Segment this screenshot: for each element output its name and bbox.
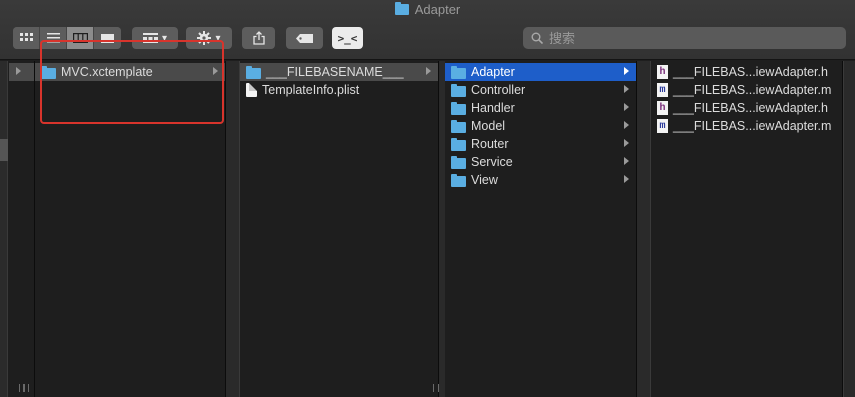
window-title-text: Adapter — [414, 1, 461, 17]
column-0[interactable] — [9, 61, 35, 397]
disclosure-arrow-icon — [624, 67, 629, 75]
folder-item[interactable]: Handler — [445, 99, 636, 117]
item-label: Adapter — [471, 65, 515, 79]
folder-icon — [246, 66, 261, 79]
folder-icon — [451, 84, 466, 97]
disclosure-arrow-icon — [426, 67, 431, 75]
icon-view-icon — [19, 32, 33, 41]
share-button[interactable] — [242, 27, 275, 49]
column-gap — [226, 61, 240, 397]
item-label: TemplateInfo.plist — [262, 83, 360, 97]
folder-item[interactable]: Controller — [445, 81, 636, 99]
search-icon — [531, 32, 543, 44]
folder-icon — [394, 1, 409, 15]
column-4[interactable]: h ___FILEBAS...iewAdapter.h m ___FILEBAS...… — [639, 61, 843, 397]
sidebar-edge — [0, 61, 8, 397]
folder-item[interactable]: ___FILEBASENAME___ — [240, 63, 438, 81]
disclosure-arrow-icon — [624, 175, 629, 183]
item-label: Handler — [471, 101, 515, 115]
folder-icon — [451, 138, 466, 151]
item-label: ___FILEBAS...iewAdapter.m — [673, 119, 832, 133]
window-title: Adapter — [0, 0, 855, 18]
tag-icon — [296, 33, 313, 43]
header-file-icon: h — [657, 101, 668, 115]
folder-icon — [451, 156, 466, 169]
terminal-button[interactable]: >_< — [332, 27, 363, 49]
item-label: Router — [471, 137, 509, 151]
file-item[interactable]: h ___FILEBAS...iewAdapter.h — [651, 63, 842, 81]
sidebar-scroll-thumb[interactable] — [0, 139, 8, 161]
item-label: Service — [471, 155, 513, 169]
tag-button[interactable] — [286, 27, 323, 49]
item-label: View — [471, 173, 498, 187]
search-input[interactable] — [549, 30, 829, 46]
file-item[interactable]: m ___FILEBAS...iewAdapter.m — [651, 117, 842, 135]
folder-item[interactable]: Router — [445, 135, 636, 153]
folder-icon — [451, 120, 466, 133]
search-field[interactable] — [523, 27, 846, 49]
column-resizer[interactable] — [23, 384, 29, 392]
disclosure-arrow-icon — [624, 103, 629, 111]
file-item[interactable]: TemplateInfo.plist — [240, 81, 438, 99]
header-file-icon: h — [657, 65, 668, 79]
column-gap — [439, 61, 445, 397]
folder-item[interactable]: Model — [445, 117, 636, 135]
item-label: Controller — [471, 83, 526, 97]
folder-icon — [451, 66, 466, 79]
folder-icon — [451, 102, 466, 115]
folder-item[interactable]: View — [445, 171, 636, 189]
item-label: ___FILEBAS...iewAdapter.h — [673, 65, 828, 79]
objc-source-file-icon: m — [657, 83, 668, 97]
folder-item[interactable]: Service — [445, 153, 636, 171]
terminal-icon: >_< — [337, 31, 358, 45]
item-label: ___FILEBAS...iewAdapter.m — [673, 83, 832, 97]
icon-view-button[interactable] — [13, 27, 40, 49]
column-2[interactable]: ___FILEBASENAME___ TemplateInfo.plist — [228, 61, 439, 397]
column-gap — [637, 61, 651, 397]
disclosure-arrow-icon — [624, 139, 629, 147]
disclosure-arrow-icon — [624, 85, 629, 93]
item-label: Model — [471, 119, 506, 133]
folder-item[interactable]: Adapter — [445, 63, 636, 81]
objc-source-file-icon: m — [657, 119, 668, 133]
disclosure-arrow-icon — [624, 121, 629, 129]
share-icon — [252, 31, 265, 45]
column-3[interactable]: Adapter Controller Handler Model Router Servi… — [433, 61, 637, 397]
item-label: ___FILEBASENAME___ — [266, 65, 404, 79]
disclosure-arrow-icon — [16, 67, 21, 75]
folder-icon — [451, 174, 466, 187]
file-item[interactable]: h ___FILEBAS...iewAdapter.h — [651, 99, 842, 117]
column-gap — [843, 61, 855, 397]
file-item[interactable]: m ___FILEBAS...iewAdapter.m — [651, 81, 842, 99]
highlight-rectangle — [40, 40, 224, 124]
document-icon — [246, 83, 257, 97]
item-label: ___FILEBAS...iewAdapter.h — [673, 101, 828, 115]
list-item[interactable] — [9, 63, 34, 81]
disclosure-arrow-icon — [624, 157, 629, 165]
